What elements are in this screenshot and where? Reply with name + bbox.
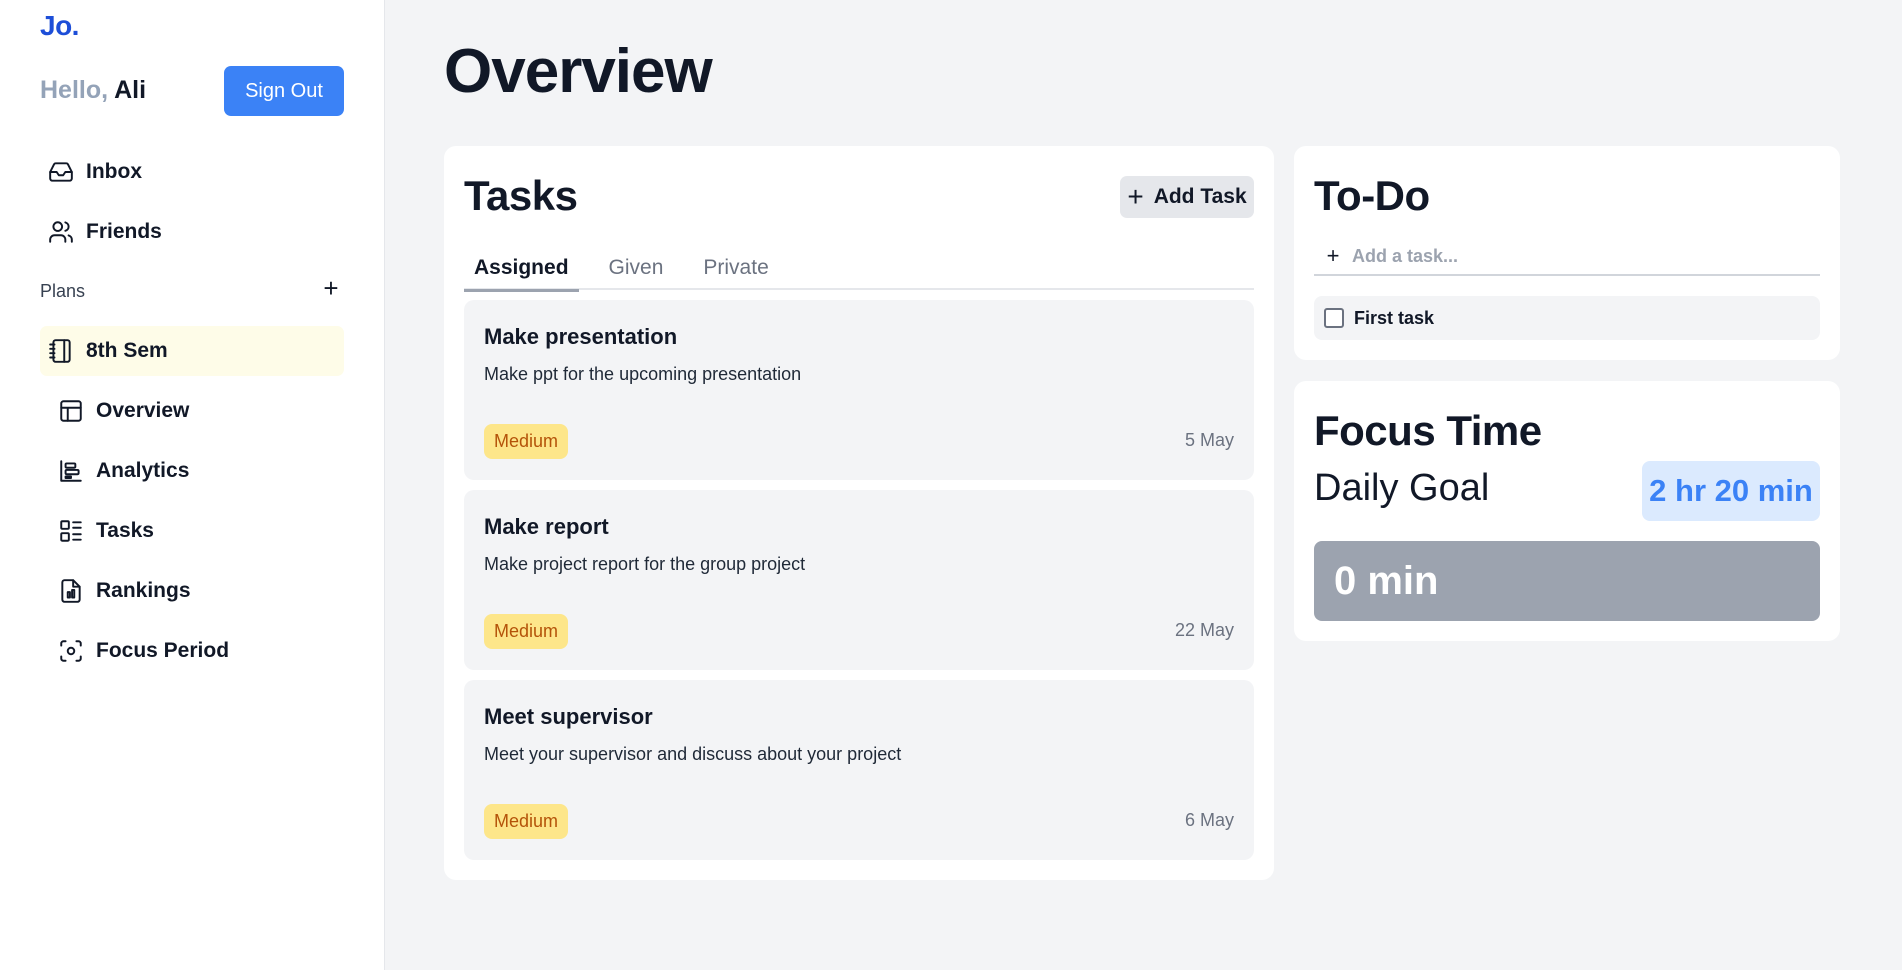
- plans-heading: Plans: [40, 281, 86, 301]
- user-greeting: Hello, Ali: [40, 76, 146, 105]
- nav-item-label: Friends: [86, 220, 162, 243]
- plan-nav-analytics[interactable]: Analytics: [50, 446, 344, 496]
- add-todo-input[interactable]: [1352, 245, 1792, 267]
- sign-out-button[interactable]: Sign Out: [224, 66, 344, 116]
- priority-badge: Medium: [484, 424, 569, 459]
- plus-icon: +: [1127, 181, 1144, 212]
- priority-badge: Medium: [484, 614, 569, 649]
- rankings-icon: [61, 579, 81, 603]
- analytics-icon: [60, 460, 82, 482]
- task-title: Make report: [484, 514, 609, 539]
- nav-item-friends[interactable]: Friends: [40, 207, 344, 257]
- notebook-icon: [49, 339, 71, 363]
- task-date: 22 May: [1174, 620, 1234, 640]
- nav-item-inbox[interactable]: Inbox: [40, 147, 344, 197]
- plan-label: 8th Sem: [86, 339, 168, 362]
- inbox-icon: [49, 162, 73, 182]
- plan-item-8th-sem[interactable]: 8th Sem: [40, 326, 344, 376]
- todo-title: To-Do: [1314, 172, 1430, 219]
- plan-nav-label: Tasks: [96, 519, 154, 542]
- task-description: Make ppt for the upcoming presentation: [484, 364, 802, 384]
- tab-assigned[interactable]: Assigned: [464, 246, 579, 292]
- task-description: Meet your supervisor and discuss about y…: [484, 744, 902, 764]
- sidebar: Jo. Hello, Ali Sign Out Inbox Friends Pl…: [0, 0, 385, 970]
- priority-badge: Medium: [484, 804, 569, 839]
- plan-nav-overview[interactable]: Overview: [50, 386, 344, 436]
- task-tabs: Assigned Given Private: [464, 246, 1254, 292]
- app-logo[interactable]: Jo.: [40, 10, 79, 42]
- plan-nav-focus-period[interactable]: Focus Period: [50, 626, 344, 676]
- plan-nav-label: Overview: [96, 399, 190, 422]
- tab-given[interactable]: Given: [599, 246, 674, 290]
- add-plan-icon[interactable]: +: [318, 275, 344, 302]
- plan-nav-label: Focus Period: [96, 639, 230, 662]
- greeting-label: Hello,: [40, 76, 109, 104]
- user-name: Ali: [114, 76, 147, 104]
- daily-goal-label: Daily Goal: [1314, 467, 1490, 509]
- task-card[interactable]: Make report Make project report for the …: [464, 490, 1254, 670]
- task-title: Make presentation: [484, 324, 678, 349]
- focus-time-card: Focus Time Daily Goal 2 hr 20 min 0 min: [1294, 381, 1840, 641]
- daily-goal-value[interactable]: 2 hr 20 min: [1642, 461, 1820, 521]
- task-card[interactable]: Meet supervisor Meet your supervisor and…: [464, 680, 1254, 860]
- plan-nav-tasks[interactable]: Tasks: [50, 506, 344, 556]
- plan-nav-label: Analytics: [96, 459, 190, 482]
- task-card[interactable]: Make presentation Make ppt for the upcom…: [464, 300, 1254, 480]
- plan-nav-label: Rankings: [96, 579, 191, 602]
- nav-item-label: Inbox: [86, 160, 142, 183]
- focus-title: Focus Time: [1314, 407, 1542, 454]
- task-title: Meet supervisor: [484, 704, 653, 729]
- layout-icon: [60, 400, 82, 422]
- focus-progress-bar: 0 min: [1314, 541, 1820, 621]
- plus-icon[interactable]: +: [1314, 243, 1352, 269]
- todo-item-label: First task: [1354, 307, 1435, 328]
- add-task-label: Add Task: [1153, 185, 1247, 208]
- task-date: 5 May: [1184, 430, 1234, 450]
- todo-item: First task: [1314, 296, 1820, 340]
- plan-nav-rankings[interactable]: Rankings: [50, 566, 344, 616]
- task-description: Make project report for the group projec…: [484, 554, 806, 574]
- tasks-title: Tasks: [464, 172, 578, 219]
- page-title: Overview: [444, 37, 713, 106]
- todo-checkbox[interactable]: [1324, 308, 1344, 328]
- tasks-card: Tasks + Add Task Assigned Given Private …: [444, 146, 1274, 880]
- todo-card: To-Do + First task: [1294, 146, 1840, 360]
- focus-icon: [60, 640, 82, 662]
- tab-private[interactable]: Private: [693, 246, 778, 290]
- add-task-button[interactable]: + Add Task: [1120, 176, 1254, 218]
- users-icon: [49, 221, 73, 243]
- todo-input-row: +: [1314, 238, 1820, 276]
- task-date: 6 May: [1184, 810, 1234, 830]
- focus-progress-text: 0 min: [1334, 559, 1439, 603]
- list-icon: [60, 520, 82, 542]
